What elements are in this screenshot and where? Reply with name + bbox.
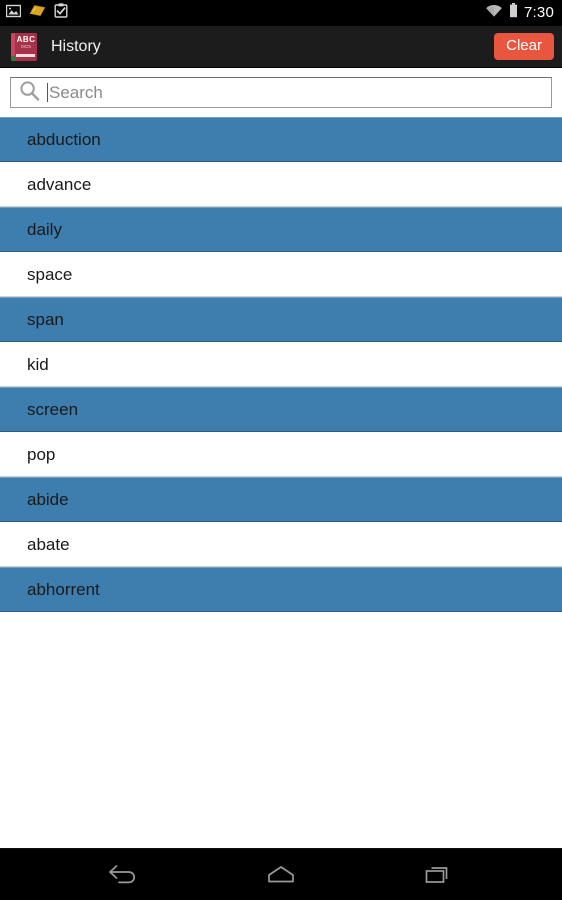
list-item-label: screen: [27, 399, 79, 419]
list-item-label: daily: [27, 219, 62, 239]
app-icon-subtext: dicts: [20, 44, 32, 50]
list-item[interactable]: screen: [0, 387, 562, 432]
list-item[interactable]: span: [0, 297, 562, 342]
back-icon[interactable]: [94, 855, 152, 895]
clear-button[interactable]: Clear: [494, 32, 554, 61]
system-navigation-bar: [0, 848, 562, 900]
list-item[interactable]: pop: [0, 432, 562, 477]
list-item[interactable]: kid: [0, 342, 562, 387]
app-icon-text: ABC: [16, 34, 36, 44]
search-area: Search: [0, 68, 562, 117]
status-time: 7:30: [524, 4, 554, 21]
list-item[interactable]: abhorrent: [0, 567, 562, 612]
history-list: abduction advance daily space span kid screen p…: [0, 117, 562, 848]
list-item[interactable]: abide: [0, 477, 562, 522]
search-placeholder: Search: [49, 83, 103, 102]
wifi-icon: [485, 4, 503, 23]
list-item[interactable]: space: [0, 252, 562, 297]
search-icon: [19, 80, 40, 106]
list-item-label: abhorrent: [27, 579, 100, 599]
list-item-label: advance: [27, 174, 92, 194]
list-item-label: kid: [27, 354, 49, 374]
dictionary-book-icon: ABC dicts: [11, 32, 37, 61]
android-screen: 7:30 ABC dicts History Clear Search abdu…: [0, 0, 562, 900]
recents-icon[interactable]: [410, 855, 468, 895]
clipboard-check-icon: [54, 3, 68, 23]
image-icon: [5, 4, 22, 23]
book-page-strip: [16, 53, 35, 57]
list-item-label: pop: [27, 444, 56, 464]
list-item-label: abduction: [27, 129, 101, 149]
list-item-label: span: [27, 309, 64, 329]
list-item-label: space: [27, 264, 73, 284]
status-system-icons: 7:30: [485, 3, 554, 23]
book-corner-badge: [11, 55, 16, 61]
list-item[interactable]: abduction: [0, 117, 562, 162]
page-title: History: [51, 37, 101, 55]
text-caret: [47, 83, 48, 102]
battery-icon: [509, 3, 518, 23]
list-item-label: abate: [27, 534, 70, 554]
search-input[interactable]: Search: [10, 77, 552, 108]
list-item[interactable]: daily: [0, 207, 562, 252]
action-bar: ABC dicts History Clear: [0, 26, 562, 68]
bookmark-book-icon: [29, 4, 46, 23]
list-item-label: abide: [27, 489, 69, 509]
status-bar: 7:30: [0, 0, 562, 26]
status-notification-icons: [5, 3, 68, 23]
home-icon[interactable]: [252, 855, 310, 895]
list-item[interactable]: abate: [0, 522, 562, 567]
list-item[interactable]: advance: [0, 162, 562, 207]
